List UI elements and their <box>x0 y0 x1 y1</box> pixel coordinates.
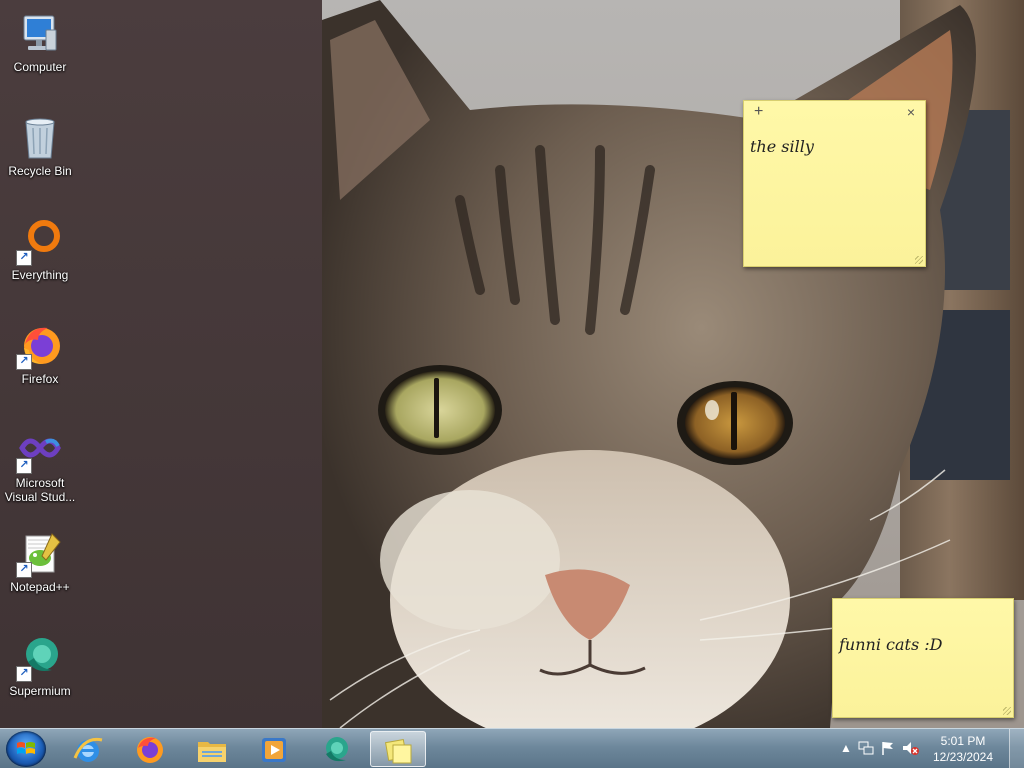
notepad-plus-plus-icon: ↗ <box>16 530 64 578</box>
show-desktop-button[interactable] <box>1009 729 1024 769</box>
new-note-button[interactable]: + <box>754 104 763 120</box>
clock[interactable]: 5:01 PM 12/23/2024 <box>928 733 998 765</box>
desktop-icon-label: Recycle Bin <box>8 164 72 178</box>
internet-explorer-icon <box>73 737 103 762</box>
clock-date: 12/23/2024 <box>932 750 994 764</box>
delete-note-button[interactable]: × <box>907 104 915 120</box>
taskbar-file-explorer[interactable] <box>184 731 240 767</box>
desktop-icon-firefox[interactable]: ↗ Firefox <box>2 316 78 412</box>
network-icon[interactable] <box>858 740 874 756</box>
action-center-flag-icon[interactable] <box>880 740 896 756</box>
desktop-icon-label: Microsoft Visual Stud... <box>4 476 76 504</box>
shortcut-arrow-icon: ↗ <box>16 354 32 370</box>
sticky-note-title-bar[interactable]: + × <box>744 101 925 123</box>
desktop-icon-computer[interactable]: Computer <box>2 4 78 100</box>
computer-icon <box>16 10 64 58</box>
desktop-icon-recycle-bin[interactable]: Recycle Bin <box>2 108 78 204</box>
media-player-icon <box>262 738 286 762</box>
taskbar: ▲ 5:01 PM 12/23/2024 <box>0 728 1024 769</box>
desktop-icon-visual-studio[interactable]: ↗ Microsoft Visual Stud... <box>2 420 78 516</box>
resize-grip-icon[interactable] <box>915 256 923 264</box>
sticky-note-text[interactable]: funni cats :D <box>839 635 942 654</box>
system-tray: ▲ 5:01 PM 12/23/2024 <box>834 729 1024 769</box>
resize-grip-icon[interactable] <box>1003 707 1011 715</box>
taskbar-internet-explorer[interactable] <box>60 731 116 767</box>
firefox-icon: ↗ <box>16 322 64 370</box>
supermium-icon: ↗ <box>16 634 64 682</box>
taskbar-media-player[interactable] <box>246 731 302 767</box>
shortcut-arrow-icon: ↗ <box>16 562 32 578</box>
desktop-icon-label: Everything <box>11 268 69 282</box>
shortcut-arrow-icon: ↗ <box>16 666 32 682</box>
file-explorer-icon <box>198 742 226 762</box>
start-button[interactable] <box>6 731 46 767</box>
show-hidden-icons-icon[interactable]: ▲ <box>840 741 852 755</box>
taskbar-firefox[interactable] <box>122 731 178 767</box>
recycle-bin-icon <box>16 114 64 162</box>
clock-time: 5:01 PM <box>940 734 986 748</box>
everything-icon: ↗ <box>16 218 64 266</box>
desktop-icon-label: Firefox <box>21 372 59 386</box>
visual-studio-icon: ↗ <box>16 426 64 474</box>
sticky-note-2[interactable]: funni cats :D <box>832 598 1014 718</box>
taskbar-sticky-notes[interactable] <box>370 731 426 767</box>
shortcut-arrow-icon: ↗ <box>16 250 32 266</box>
sticky-notes-icon <box>384 738 412 764</box>
sticky-note-text[interactable]: the silly <box>750 137 814 156</box>
supermium-icon <box>326 737 348 762</box>
windows-start-icon <box>17 742 35 754</box>
desktop-icon-supermium[interactable]: ↗ Supermium <box>2 628 78 724</box>
desktop-icon-label: Computer <box>13 60 67 74</box>
firefox-icon <box>137 737 163 763</box>
taskbar-supermium[interactable] <box>308 731 364 767</box>
shortcut-arrow-icon: ↗ <box>16 458 32 474</box>
desktop-icon-label: Supermium <box>9 684 71 698</box>
desktop-icon-everything[interactable]: ↗ Everything <box>2 212 78 308</box>
volume-muted-icon[interactable] <box>902 740 920 756</box>
sticky-note-1[interactable]: + × the silly <box>743 100 926 267</box>
desktop-icon-notepad-plus-plus[interactable]: ↗ Notepad++ <box>2 524 78 620</box>
desktop-icon-label: Notepad++ <box>10 580 70 594</box>
